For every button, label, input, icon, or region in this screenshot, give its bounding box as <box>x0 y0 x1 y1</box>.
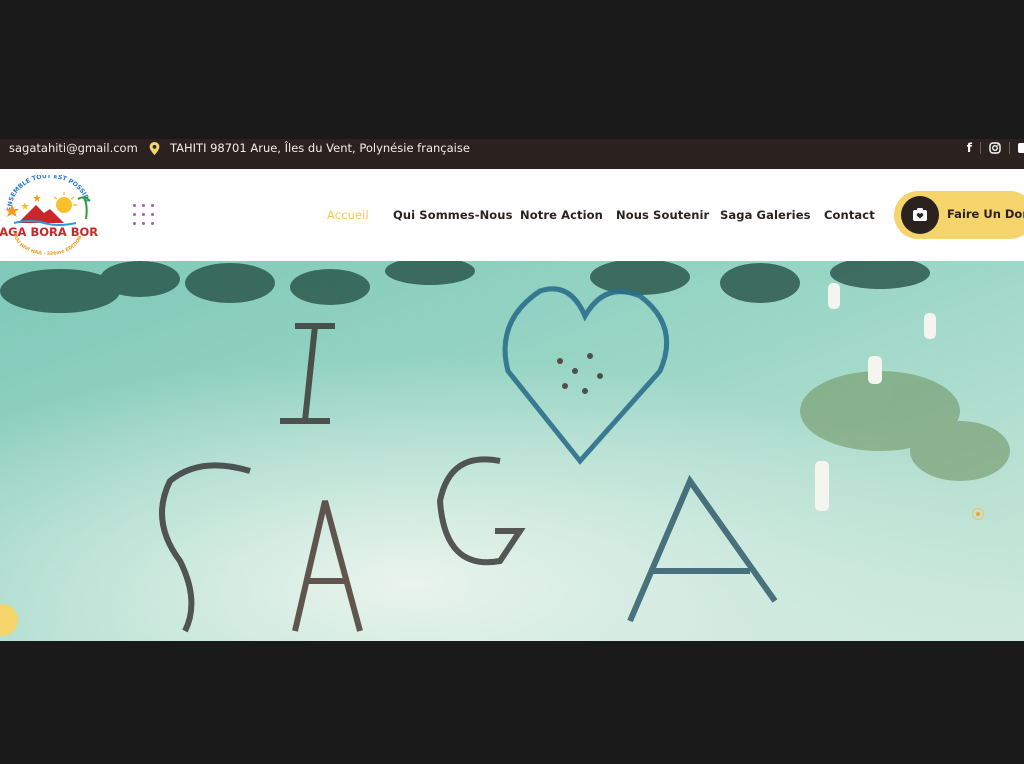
saga-bora-bora-logo[interactable]: ENSEMBLE TOUT EST POSSIBLE ! SAGA BORA B… <box>0 175 98 257</box>
nav-accueil[interactable]: Accueil <box>327 208 369 222</box>
donation-box-icon <box>901 196 939 234</box>
nav-nous-soutenir[interactable]: Nous Soutenir <box>616 208 709 222</box>
svg-text:ENSEMBLE TOUT EST POSSIBLE !: ENSEMBLE TOUT EST POSSIBLE ! <box>0 175 91 211</box>
location-pin-icon <box>149 142 160 155</box>
address-text: TAHITI 98701 Arue, Îles du Vent, Polynés… <box>170 141 470 155</box>
hero-slider <box>0 261 1024 641</box>
facebook-icon[interactable]: f <box>967 141 972 155</box>
social-links: f <box>967 139 1024 155</box>
bottom-backdrop <box>0 641 1024 764</box>
instagram-icon[interactable] <box>989 142 1001 154</box>
top-backdrop <box>0 0 1024 139</box>
menu-grid-icon[interactable] <box>133 204 155 226</box>
contact-email[interactable]: sagatahiti@gmail.com <box>9 139 138 156</box>
nav-notre-action[interactable]: Notre Action <box>520 208 603 222</box>
nav-saga-galeries[interactable]: Saga Galeries <box>720 208 811 222</box>
social-divider <box>980 142 981 154</box>
logo-arc-text: ENSEMBLE TOUT EST POSSIBLE ! <box>0 175 91 211</box>
aerial-lagoon-photo <box>0 261 1024 641</box>
slider-dot[interactable] <box>972 508 984 520</box>
nav-qui-sommes-nous[interactable]: Qui Sommes-Nous <box>393 208 513 222</box>
youtube-icon[interactable] <box>1018 143 1024 153</box>
top-info-bar: sagatahiti@gmail.com TAHITI 98701 Arue, … <box>0 139 1024 169</box>
contact-address: TAHITI 98701 Arue, Îles du Vent, Polynés… <box>149 139 470 156</box>
nav-contact[interactable]: Contact <box>824 208 875 222</box>
social-divider <box>1009 142 1010 154</box>
donate-button[interactable]: Faire Un Don <box>894 191 1024 239</box>
donate-label: Faire Un Don <box>947 207 1024 221</box>
